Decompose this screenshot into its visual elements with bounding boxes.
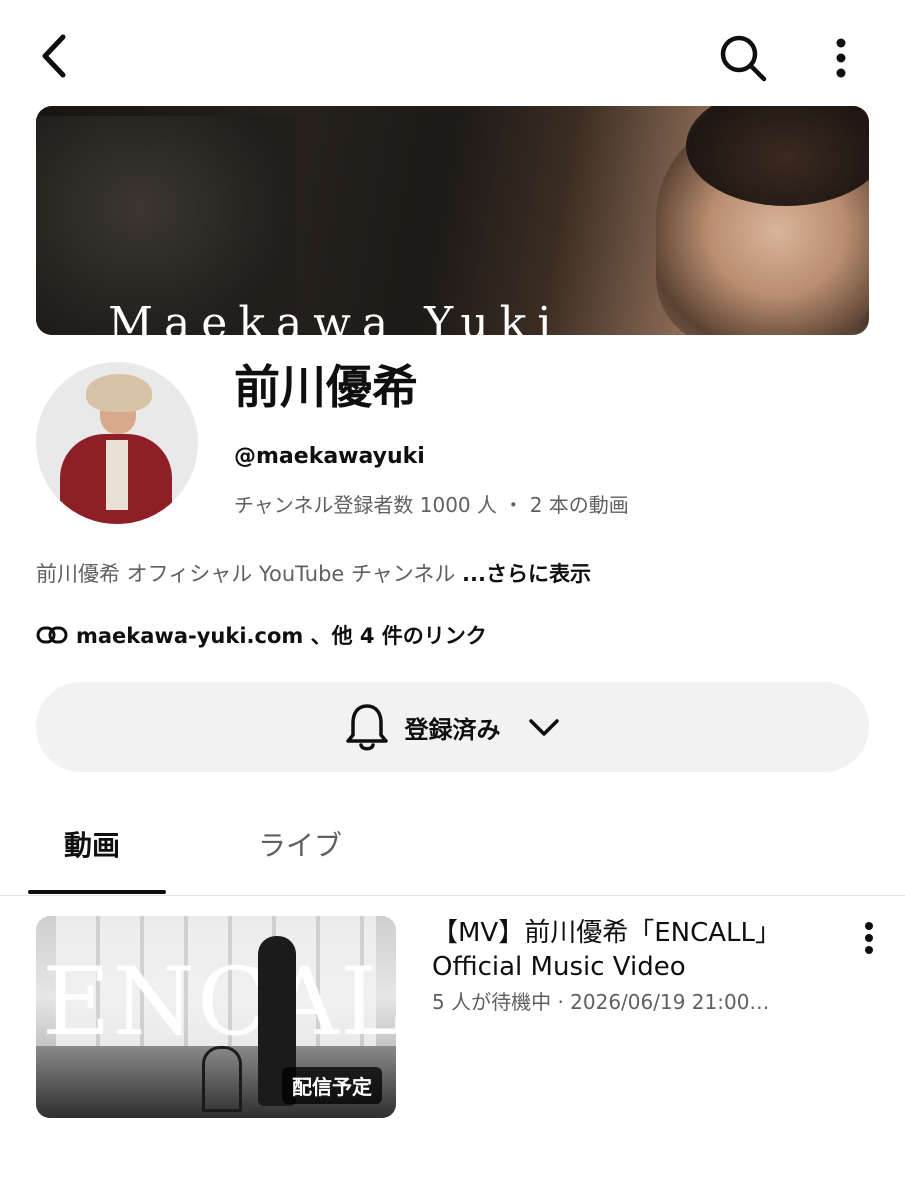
top-app-bar	[0, 0, 905, 110]
more-vertical-icon	[836, 38, 846, 78]
video-title[interactable]: 【MV】前川優希「ENCALL」Official Music Video	[432, 916, 842, 984]
video-more-button[interactable]	[852, 918, 886, 958]
tab-videos[interactable]: 動画	[64, 824, 120, 864]
subscribed-label: 登録済み	[404, 715, 501, 744]
channel-links[interactable]: maekawa-yuki.com 、他 4 件のリンク	[36, 620, 487, 650]
active-tab-indicator	[28, 890, 166, 894]
channel-stats: チャンネル登録者数 1000 人 ・ 2 本の動画	[234, 493, 629, 517]
thumb-chair	[202, 1046, 242, 1112]
banner-title: Maekawa Yuki	[108, 298, 563, 336]
thumb-title: ENCALL	[42, 948, 396, 1057]
link-icon	[36, 624, 68, 646]
more-options-button[interactable]	[818, 28, 864, 88]
search-button[interactable]	[712, 28, 774, 88]
scheduled-badge: 配信予定	[282, 1067, 382, 1104]
video-meta: 5 人が待機中 · 2026/06/19 21:00…	[432, 990, 770, 1014]
chevron-down-icon	[528, 719, 559, 736]
video-thumbnail[interactable]: ENCALL 配信予定	[36, 916, 396, 1118]
channel-handle: @maekawayuki	[234, 444, 425, 469]
search-icon	[720, 35, 767, 82]
more-vertical-icon	[865, 922, 873, 954]
links-text: maekawa-yuki.com 、他 4 件のリンク	[76, 624, 487, 648]
chevron-left-icon	[42, 34, 66, 78]
channel-tabs: 動画 ライブ	[0, 800, 905, 896]
channel-description[interactable]: 前川優希 オフィシャル YouTube チャンネル ...さらに表示	[36, 558, 591, 588]
channel-banner: Maekawa Yuki	[36, 106, 869, 335]
show-more-link[interactable]: ...さらに表示	[462, 562, 591, 586]
channel-name: 前川優希	[234, 360, 418, 414]
subscribed-button[interactable]: 登録済み	[36, 682, 869, 772]
description-text: 前川優希 オフィシャル YouTube チャンネル	[36, 562, 463, 586]
back-button[interactable]	[26, 26, 82, 86]
tab-live[interactable]: ライブ	[258, 824, 342, 864]
bell-icon	[345, 704, 388, 751]
channel-avatar[interactable]	[36, 362, 198, 524]
avatar-shirt	[106, 440, 128, 510]
avatar-hat	[86, 374, 152, 412]
